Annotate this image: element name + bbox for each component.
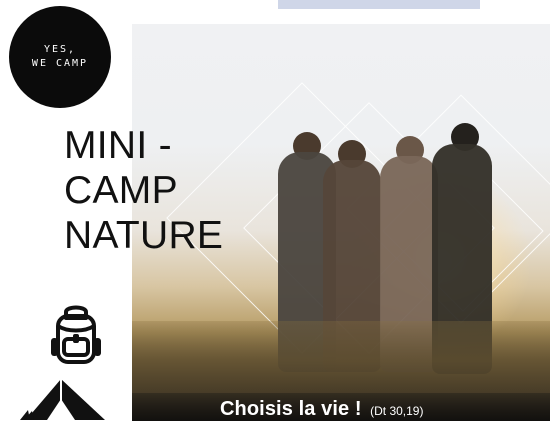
caption-main: Choisis la vie ! <box>220 398 362 420</box>
logo-line-1: YES, <box>43 44 77 55</box>
title-line-3: NATURE <box>64 214 224 257</box>
photo-caption: Choisis la vie ! (Dt 30,19) <box>220 398 423 421</box>
camp-logo: YES, WE CAMP <box>9 6 111 108</box>
backpack-icon <box>51 305 101 364</box>
logo-line-2: WE CAMP <box>31 58 89 69</box>
top-bar <box>278 0 480 9</box>
title-line-2: CAMP <box>64 169 178 212</box>
caption-reference: (Dt 30,19) <box>370 404 424 418</box>
camp-title: MINI - CAMP NATURE <box>64 123 223 258</box>
title-line-1: MINI - <box>64 124 172 167</box>
tent-icon <box>20 379 105 420</box>
